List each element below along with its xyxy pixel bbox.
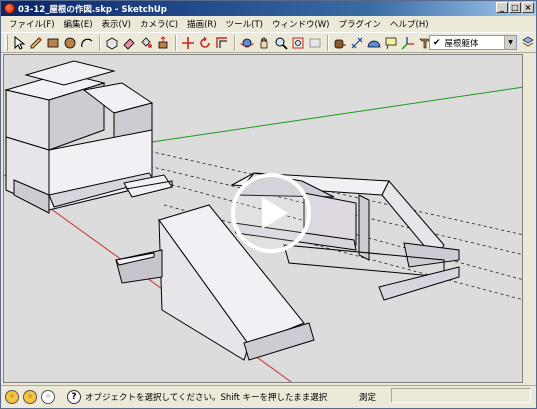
green-axis-line	[151, 86, 522, 143]
sketchup-logo-icon	[4, 3, 15, 14]
title-bar[interactable]: 03-12_屋根の作図.skp - SketchUp _ □ ×	[1, 1, 536, 16]
measurements-input[interactable]	[391, 388, 531, 403]
credits-icon[interactable]: ◦	[23, 389, 37, 404]
layer-active-check-icon: ✔	[433, 37, 441, 48]
status-message: オブジェクトを選択してください。Shift キーを押したまま選択	[85, 392, 328, 403]
zoom-icon[interactable]	[273, 35, 289, 51]
select-icon[interactable]	[11, 35, 27, 51]
help-icon[interactable]: ?	[67, 389, 81, 404]
move-icon[interactable]	[180, 35, 196, 51]
user-icon[interactable]: ◦	[41, 389, 55, 404]
toolbar-grip[interactable]	[5, 34, 8, 51]
menu-file[interactable]: ファイル(F)	[5, 18, 60, 30]
menu-bar: ファイル(F) 編集(E) 表示(V) カメラ(C) 描画(R) ツール(T) …	[1, 17, 536, 31]
rotate-icon[interactable]	[197, 35, 213, 51]
toolbar-separator	[327, 34, 329, 51]
axes-icon[interactable]	[400, 35, 416, 51]
layer-manager-icon[interactable]	[522, 36, 534, 48]
text-icon[interactable]	[383, 35, 399, 51]
measurements-label: 測定	[359, 393, 377, 403]
previous-view-icon[interactable]	[307, 35, 323, 51]
dimension-icon[interactable]	[349, 35, 365, 51]
menu-edit[interactable]: 編集(E)	[60, 18, 98, 30]
eraser-icon[interactable]	[121, 35, 137, 51]
play-video-button[interactable]	[230, 172, 312, 254]
make-component-icon[interactable]	[104, 35, 120, 51]
minimize-button[interactable]: _	[496, 2, 508, 13]
close-button[interactable]: ×	[522, 2, 534, 13]
menu-view[interactable]: 表示(V)	[98, 18, 136, 30]
vertical-scrollbar[interactable]	[524, 54, 536, 383]
menu-window[interactable]: ウィンドウ(W)	[268, 18, 335, 30]
pan-icon[interactable]	[256, 35, 272, 51]
menu-draw[interactable]: 描画(R)	[183, 18, 222, 30]
toolbar-separator	[234, 34, 236, 51]
main-toolbar: ✔ 屋根躯体 ▼	[1, 32, 536, 53]
building-model	[4, 60, 173, 214]
chevron-down-icon[interactable]: ▼	[504, 36, 516, 49]
paint-bucket-icon[interactable]	[138, 35, 154, 51]
rectangle-icon[interactable]	[45, 35, 61, 51]
orbit-icon[interactable]	[239, 35, 255, 51]
arc-icon[interactable]	[79, 35, 95, 51]
layer-name: 屋根躯体	[444, 38, 479, 49]
pencil-icon[interactable]	[28, 35, 44, 51]
menu-help[interactable]: ヘルプ(H)	[386, 18, 434, 30]
layer-dropdown[interactable]: ✔ 屋根躯体 ▼	[429, 35, 517, 50]
sketchup-window: 03-12_屋根の作図.skp - SketchUp _ □ × ファイル(F)…	[0, 0, 537, 409]
push-pull-icon[interactable]	[155, 35, 171, 51]
menu-camera[interactable]: カメラ(C)	[136, 18, 183, 30]
menu-plugins[interactable]: プラグイン	[335, 18, 387, 30]
geolocation-icon[interactable]: ◦	[5, 389, 19, 404]
zoom-extents-icon[interactable]	[290, 35, 306, 51]
tape-measure-icon[interactable]	[332, 35, 348, 51]
toolbar-separator	[99, 34, 101, 51]
menu-tools[interactable]: ツール(T)	[222, 18, 268, 30]
maximize-button[interactable]: □	[509, 2, 521, 13]
offset-icon[interactable]	[214, 35, 230, 51]
window-title: 03-12_屋根の作図.skp - SketchUp	[18, 4, 167, 15]
model-viewport[interactable]	[3, 54, 523, 383]
status-bar: ◦ ◦ ◦ ? オブジェクトを選択してください。Shift キーを押したまま選択…	[1, 385, 536, 407]
protractor-icon[interactable]	[366, 35, 382, 51]
circle-icon[interactable]	[62, 35, 78, 51]
toolbar-separator	[175, 34, 177, 51]
